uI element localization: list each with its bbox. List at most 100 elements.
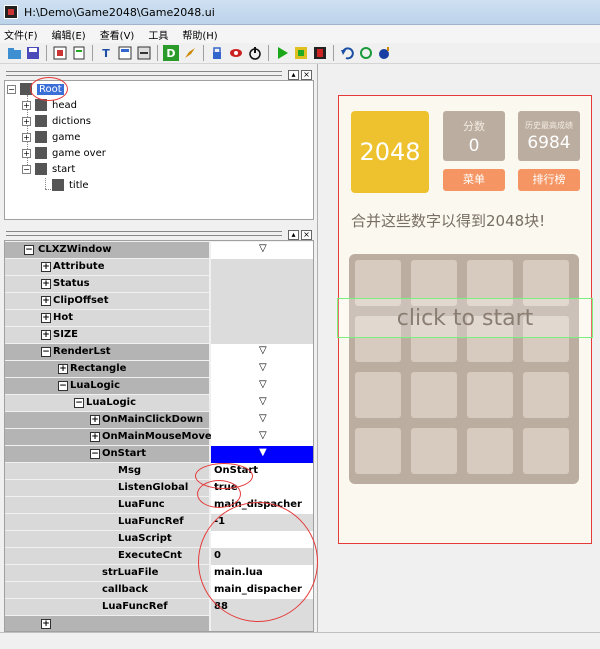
expand-icon[interactable]: + [90,415,100,425]
prop-name-cell: + Hot [5,310,209,327]
collapse-icon[interactable]: − [7,84,16,94]
prop-row[interactable]: + Rectangle ▽ [5,361,313,378]
prop-row[interactable]: Msg OnStart [5,463,313,480]
power-icon[interactable] [247,45,263,61]
prop-value[interactable]: ▽ [211,395,313,412]
cut-icon[interactable] [52,45,68,61]
tree-node-game-over[interactable]: + game over [22,146,106,160]
expand-icon[interactable]: + [41,619,51,629]
prop-label: CLXZWindow [38,244,112,255]
brush-icon[interactable] [182,45,198,61]
eye-icon[interactable] [228,45,244,61]
prop-value[interactable]: ▽ [211,429,313,446]
expand-icon[interactable]: + [41,330,51,340]
dropdown-icon[interactable]: ▼ [259,447,267,458]
rank-button[interactable]: 排行榜 [518,169,580,191]
open-icon[interactable] [6,45,22,61]
prop-row[interactable]: − LuaLogic ▽ [5,378,313,395]
prop-row[interactable]: + OnMainMouseMove ▽ [5,429,313,446]
expand-icon[interactable]: + [41,313,51,323]
collapse-icon[interactable]: − [58,381,68,391]
save-icon[interactable] [25,45,41,61]
dropdown-icon[interactable]: ▽ [259,243,267,254]
pane-maximize-icon[interactable]: ▴ [288,70,299,80]
pane-close-icon[interactable]: × [301,230,312,240]
pane-maximize-icon[interactable]: ▴ [288,230,299,240]
prop-value[interactable]: ▽ [211,242,313,259]
menu-file[interactable]: 文件(F) [4,27,38,42]
record-icon[interactable] [312,45,328,61]
expand-icon[interactable]: + [22,132,31,142]
undo-icon[interactable] [339,45,355,61]
collapse-icon[interactable]: − [90,449,100,459]
dropdown-icon[interactable]: ▽ [259,362,267,373]
prop-value[interactable]: ▽ [211,412,313,429]
tree-node-title[interactable]: title [52,178,89,192]
prop-value[interactable] [211,276,313,293]
board-cell [523,372,569,418]
prop-row[interactable]: − LuaLogic ▽ [5,395,313,412]
pane-close-icon[interactable]: × [301,70,312,80]
prop-value[interactable] [211,259,313,276]
lock-icon[interactable] [209,45,225,61]
expand-icon[interactable]: + [22,116,31,126]
pane-grip[interactable] [6,71,282,76]
text-icon[interactable]: T [98,45,114,61]
tree-node-dictions[interactable]: + dictions [22,114,91,128]
collapse-icon[interactable]: − [41,347,51,357]
game-board[interactable] [349,254,579,484]
menu-edit[interactable]: 编辑(E) [52,27,86,42]
prop-row[interactable]: + SIZE [5,327,313,344]
prop-row[interactable]: + Attribute [5,259,313,276]
tree-node-game[interactable]: + game [22,130,80,144]
refresh-icon[interactable] [358,45,374,61]
prop-row[interactable]: + OnMainClickDown ▽ [5,412,313,429]
pane-grip[interactable] [6,231,282,236]
bomb-icon[interactable] [377,45,393,61]
menu-button[interactable]: 菜单 [443,169,505,191]
menu-view[interactable]: 查看(V) [100,27,135,42]
layout-icon[interactable] [117,45,133,61]
expand-icon[interactable]: + [90,432,100,442]
prop-row[interactable]: − RenderLst ▽ [5,344,313,361]
dropdown-icon[interactable]: ▽ [259,379,267,390]
menu-help[interactable]: 帮助(H) [182,27,217,42]
click-to-start-overlay[interactable]: click to start [337,298,593,338]
play-icon[interactable] [274,45,290,61]
collapse-icon[interactable]: − [22,164,31,174]
prop-value[interactable] [211,310,313,327]
expand-icon[interactable]: + [41,262,51,272]
prop-value[interactable]: ▽ [211,361,313,378]
collapse-icon[interactable]: − [74,398,84,408]
prop-value[interactable] [211,293,313,310]
prop-row[interactable]: − CLXZWindow ▽ [5,242,313,259]
prop-value[interactable] [211,327,313,344]
score-box: 分数 0 [443,111,505,161]
collapse-icon[interactable]: − [24,245,34,255]
dropdown-icon[interactable]: ▽ [259,345,267,356]
tree-node-start[interactable]: − start [22,162,75,176]
prop-row[interactable]: ListenGlobal true [5,480,313,497]
menu-tools[interactable]: 工具 [148,27,168,42]
expand-icon[interactable]: + [41,279,51,289]
prop-row[interactable]: + ClipOffset [5,293,313,310]
prop-row[interactable]: + Status [5,276,313,293]
expand-icon[interactable]: + [22,148,31,158]
expand-icon[interactable]: + [22,100,31,110]
node-icon [35,163,47,175]
dropdown-icon[interactable]: ▽ [259,396,267,407]
prop-value[interactable]: ▽ [211,378,313,395]
stop-icon[interactable] [293,45,309,61]
expand-icon[interactable]: + [41,296,51,306]
expand-icon[interactable]: + [58,364,68,374]
prop-value[interactable]: ▽ [211,344,313,361]
d-icon[interactable]: D [163,45,179,61]
prop-row[interactable]: − OnStart ▼ [5,446,313,463]
dropdown-icon[interactable]: ▽ [259,413,267,424]
align-icon[interactable] [136,45,152,61]
prop-label: LuaLogic [86,397,136,408]
prop-value-selected[interactable]: ▼ [211,446,313,463]
paste-icon[interactable] [71,45,87,61]
dropdown-icon[interactable]: ▽ [259,430,267,441]
prop-row[interactable]: + Hot [5,310,313,327]
